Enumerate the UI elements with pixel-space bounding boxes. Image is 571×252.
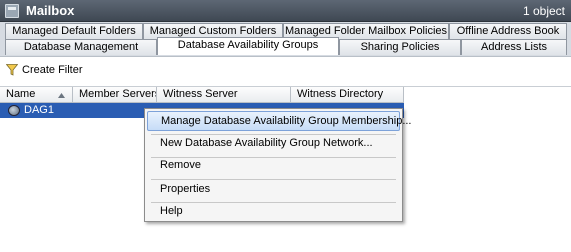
tab-database-availability-groups[interactable]: Database Availability Groups [157,37,339,55]
column-header-witness-server[interactable]: Witness Server [157,87,291,103]
column-header-witness-directory[interactable]: Witness Directory [291,87,404,103]
create-filter-button[interactable]: Create Filter [22,64,83,76]
menu-item-help[interactable]: Help [147,202,400,222]
menu-item-properties[interactable]: Properties [147,180,400,200]
tab-address-lists[interactable]: Address Lists [461,39,567,55]
menu-item-remove[interactable]: Remove [147,156,400,176]
tab-database-management[interactable]: Database Management [5,39,157,55]
tab-strip: Managed Default Folders Managed Custom F… [0,22,571,56]
funnel-icon[interactable] [6,64,18,76]
mailbox-icon [5,4,19,18]
object-count: 1 object [522,4,565,18]
page-title: Mailbox [26,3,75,18]
database-availability-group-icon [8,105,20,116]
column-header-name[interactable]: Name [0,87,73,103]
menu-item-new-dag-network[interactable]: New Database Availability Group Network.… [147,134,400,154]
tab-offline-address-book[interactable]: Offline Address Book [449,23,567,39]
column-header-member-servers[interactable]: Member Servers [73,87,157,103]
tab-sharing-policies[interactable]: Sharing Policies [339,39,461,55]
context-menu: Manage Database Availability Group Membe… [144,108,412,222]
filter-toolbar: Create Filter [0,56,571,84]
tab-managed-default-folders[interactable]: Managed Default Folders [5,23,143,39]
snapin-header: Mailbox 1 object [0,0,571,22]
sort-ascending-icon [58,93,65,98]
menu-item-manage-membership[interactable]: Manage Database Availability Group Membe… [147,111,412,131]
row-name-cell: DAG1 [24,104,54,116]
